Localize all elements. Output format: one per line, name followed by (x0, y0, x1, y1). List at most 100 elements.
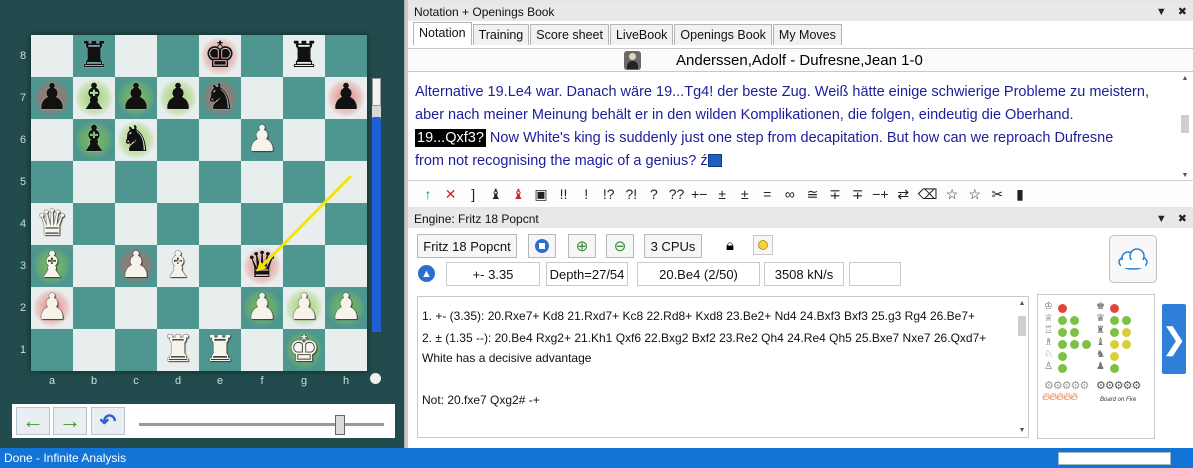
white-pawn-icon[interactable]: ♟ (120, 248, 152, 284)
scroll-up-icon[interactable]: ▲ (1180, 75, 1190, 82)
black-rook-icon[interactable]: ♜ (78, 38, 110, 74)
cloud-button[interactable] (1109, 235, 1157, 283)
square-b5[interactable] (73, 161, 115, 203)
black-pawn-icon[interactable]: ♟ (120, 80, 152, 116)
white-pawn-icon[interactable]: ♟ (288, 290, 320, 326)
tab-livebook[interactable]: LiveBook (609, 24, 674, 45)
tab-notation[interactable]: Notation (413, 22, 472, 45)
tab-my-moves[interactable]: My Moves (772, 24, 842, 45)
chess-board[interactable]: ♜ ♚ ♜ ♟ ♝ ♟ ♟ ♞ ♟ ♝ ♞ ♟ ♛ ♝ ♟ ♝ ♛ ♟ ♟ ♟ ♟ ♜ ♜ ♚ (31, 35, 367, 371)
analysis-output[interactable]: 1. +- (3.35): 20.Rxe7+ Kd8 21.Rxd7+ Kc8 … (417, 296, 1029, 438)
annotation-delete-variation[interactable]: ✕ (443, 186, 459, 203)
board-evaluation-bar[interactable] (372, 78, 381, 332)
current-move[interactable]: 19...Qxf3? (415, 129, 486, 147)
black-king-icon[interactable]: ♚ (204, 38, 236, 74)
white-pawn-icon[interactable]: ♟ (36, 290, 68, 326)
square-c7[interactable]: ♟ (115, 77, 157, 119)
white-queen-icon[interactable]: ♛ (36, 206, 68, 242)
analysis-scroll-thumb[interactable] (1018, 316, 1026, 336)
black-queen-icon[interactable]: ♛ (246, 248, 278, 284)
close-icon[interactable]: ✖ (1178, 213, 1187, 225)
square-g1[interactable]: ♚ (283, 329, 325, 371)
annotation-unclear[interactable]: ∞ (782, 186, 798, 202)
annotation-board-symbol[interactable]: ▣ (533, 186, 549, 203)
square-h5[interactable] (325, 161, 367, 203)
stop-engine-button[interactable] (528, 234, 556, 258)
square-a8[interactable] (31, 35, 73, 77)
square-a3[interactable]: ♝ (31, 245, 73, 287)
analysis-line[interactable]: 1. +- (3.35): 20.Rxe7+ Kd8 21.Rxd7+ Kc8 … (422, 309, 1018, 323)
tab-training[interactable]: Training (472, 24, 530, 45)
annotation-interesting-move[interactable]: !? (601, 186, 617, 202)
close-icon[interactable]: ✖ (1178, 6, 1187, 18)
evaluation-thumb[interactable] (372, 78, 381, 106)
square-d8[interactable] (157, 35, 199, 77)
annotation-compensation[interactable]: ≅ (804, 186, 820, 203)
square-d1[interactable]: ♜ (157, 329, 199, 371)
square-f1[interactable] (241, 329, 283, 371)
black-knight-icon[interactable]: ♞ (204, 80, 236, 116)
white-rook-icon[interactable]: ♜ (162, 332, 194, 368)
scroll-down-icon[interactable]: ▼ (1180, 172, 1190, 179)
white-pawn-icon[interactable]: ♟ (246, 122, 278, 158)
square-e4[interactable] (199, 203, 241, 245)
square-b7[interactable]: ♝ (73, 77, 115, 119)
square-g4[interactable] (283, 203, 325, 245)
annotation-equal[interactable]: = (759, 186, 775, 202)
engine-select-button[interactable]: Fritz 18 Popcnt (417, 234, 517, 258)
annotation-star-icon[interactable]: ☆ (944, 186, 960, 203)
square-f8[interactable] (241, 35, 283, 77)
square-e2[interactable] (199, 287, 241, 329)
square-h4[interactable] (325, 203, 367, 245)
square-h8[interactable] (325, 35, 367, 77)
analysis-scrollbar[interactable]: ▲ ▼ (1018, 300, 1026, 434)
cpu-button[interactable]: 3 CPUs (644, 234, 702, 258)
annotation-more-icon[interactable]: ▮ (1012, 186, 1028, 203)
dropdown-icon[interactable]: ▼ (1156, 213, 1167, 225)
annotation-white-piece-symbol[interactable]: ♝ (488, 186, 504, 203)
annotation-erase-icon[interactable]: ⌫ (918, 186, 938, 203)
lock-icon[interactable]: 🔒︎ (726, 237, 734, 254)
move-slider-track[interactable] (139, 423, 384, 426)
square-g8[interactable]: ♜ (283, 35, 325, 77)
square-b1[interactable] (73, 329, 115, 371)
annotation-black-piece-symbol[interactable]: ♝ (510, 186, 526, 203)
notation-scroll-thumb[interactable] (1181, 115, 1189, 133)
square-g3[interactable] (283, 245, 325, 287)
black-rook-icon[interactable]: ♜ (288, 38, 320, 74)
square-h7[interactable]: ♟ (325, 77, 367, 119)
white-pawn-icon[interactable]: ♟ (246, 290, 278, 326)
white-king-icon[interactable]: ♚ (288, 332, 320, 368)
square-g7[interactable] (283, 77, 325, 119)
square-h6[interactable] (325, 119, 367, 161)
white-pawn-icon[interactable]: ♟ (330, 290, 362, 326)
engine-up-icon[interactable]: ▲ (418, 265, 435, 282)
square-c2[interactable] (115, 287, 157, 329)
black-bishop-icon[interactable]: ♝ (78, 122, 110, 158)
square-b4[interactable] (73, 203, 115, 245)
black-pawn-icon[interactable]: ♟ (330, 80, 362, 116)
annotation-cut-variation[interactable]: ] (465, 186, 481, 202)
square-c6[interactable]: ♞ (115, 119, 157, 161)
scroll-down-icon[interactable]: ▼ (1018, 427, 1026, 434)
square-b8[interactable]: ♜ (73, 35, 115, 77)
black-pawn-icon[interactable]: ♟ (36, 80, 68, 116)
square-e3[interactable] (199, 245, 241, 287)
square-c8[interactable] (115, 35, 157, 77)
square-d4[interactable] (157, 203, 199, 245)
square-e8[interactable]: ♚ (199, 35, 241, 77)
square-d6[interactable] (157, 119, 199, 161)
move-slider-thumb[interactable] (335, 415, 345, 435)
annotation-counterplay[interactable]: ⇄ (895, 186, 911, 203)
dropdown-icon[interactable]: ▼ (1156, 6, 1167, 18)
next-panel-button[interactable]: ❯ (1161, 304, 1187, 374)
annotation-promote-variation[interactable]: ↑ (420, 186, 436, 202)
annotation-white-decisive[interactable]: +− (691, 186, 707, 202)
forward-button[interactable]: → (53, 407, 87, 435)
square-e7[interactable]: ♞ (199, 77, 241, 119)
back-button[interactable]: ← (16, 407, 50, 435)
annotation-white-better[interactable]: ± (714, 186, 730, 202)
white-bishop-icon[interactable]: ♝ (162, 248, 194, 284)
square-c5[interactable] (115, 161, 157, 203)
annotation-black-better[interactable]: ∓ (850, 186, 866, 203)
